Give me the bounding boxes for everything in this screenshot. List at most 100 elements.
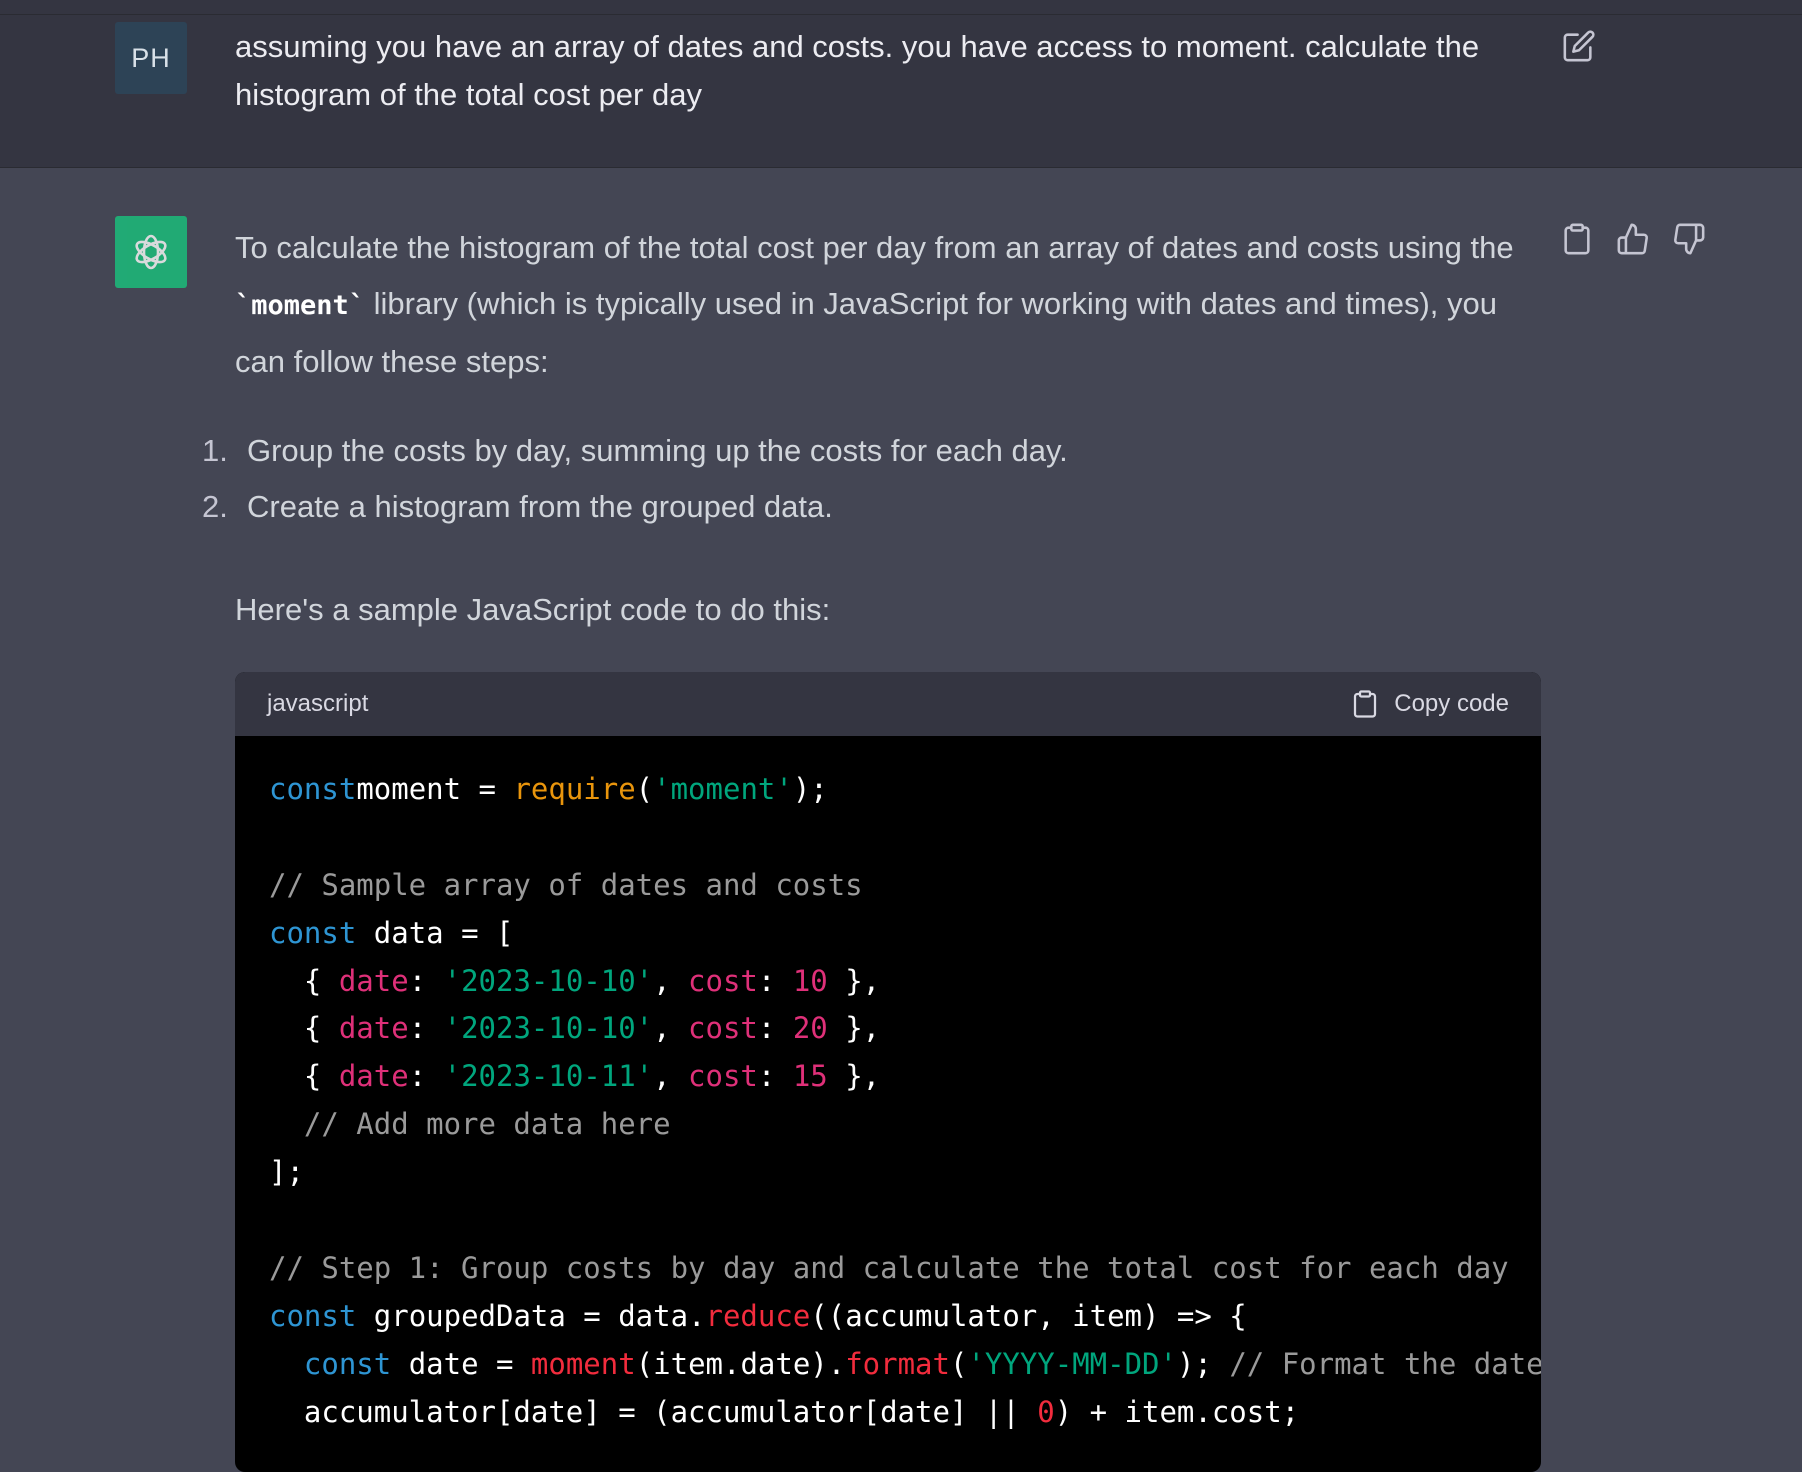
code-line: accumulator[date] = (accumulator[date] |… [269, 1389, 1541, 1437]
inline-code: `moment` [235, 290, 366, 321]
code-token: date [338, 1011, 409, 1046]
code-token: : [757, 963, 793, 998]
code-line: { date: '2023-10-10', cost: 20 }, [269, 1005, 1541, 1053]
list-number: 2. [202, 489, 228, 524]
code-token: 'moment' [653, 772, 793, 806]
code-token: cost [688, 1059, 758, 1094]
code-token: require [513, 772, 636, 806]
code-token: 15 [792, 1059, 828, 1094]
code-token: }, [827, 963, 881, 998]
code-line: constmoment = require('moment'); [269, 766, 1541, 814]
intro-text-2: library (which is typically used in Java… [235, 286, 1497, 379]
code-token: , [653, 1059, 689, 1094]
steps-list: 1. Group the costs by day, summing up the… [202, 423, 1068, 535]
code-line: const data = [ [269, 910, 1541, 958]
thumbs-down-icon[interactable] [1672, 222, 1710, 260]
openai-logo-icon [135, 234, 167, 270]
code-header: javascript Copy code [235, 672, 1541, 736]
code-token: ); [792, 772, 828, 806]
code-token: '2023-10-10' [443, 963, 654, 998]
code-token: cost [688, 963, 758, 998]
sample-text: Here's a sample JavaScript code to do th… [235, 592, 831, 627]
assistant-message-row: To calculate the histogram of the total … [0, 168, 1802, 1472]
code-token: // Sample array of dates and costs [269, 867, 863, 902]
list-item-text: Create a histogram from the grouped data… [247, 489, 833, 524]
code-line: const groupedData = data.reduce((accumul… [269, 1293, 1541, 1341]
code-block: javascript Copy code constmoment = requi… [235, 672, 1541, 1472]
code-content: constmoment = require('moment'); // Samp… [235, 736, 1541, 1436]
copy-code-label: Copy code [1394, 690, 1509, 717]
code-token: const [269, 915, 357, 950]
code-token: 0 [1037, 1394, 1055, 1429]
thumbs-up-icon[interactable] [1616, 222, 1654, 260]
code-token: : [757, 1011, 793, 1046]
code-token: '2023-10-10' [443, 1011, 654, 1046]
code-token: 20 [792, 1011, 828, 1046]
code-token: cost [688, 1011, 758, 1046]
list-item: 2. Create a histogram from the grouped da… [202, 479, 1068, 535]
code-line: { date: '2023-10-10', cost: 10 }, [269, 958, 1541, 1006]
code-token: : [757, 1059, 793, 1094]
clipboard-icon[interactable] [1560, 222, 1598, 260]
user-message-row: PH assuming you have an array of dates a… [0, 15, 1802, 168]
code-line: // Add more data here [269, 1101, 1541, 1149]
message-actions [1560, 222, 1710, 262]
code-token: , [653, 963, 689, 998]
code-token: reduce [705, 1298, 811, 1333]
list-item: 1. Group the costs by day, summing up the… [202, 423, 1068, 479]
code-token: ); [1176, 1346, 1230, 1381]
code-token: ( [635, 772, 654, 806]
code-token: accumulator[date] = (accumulator[date] |… [269, 1394, 1038, 1429]
code-token: , [653, 1011, 689, 1046]
code-line: // Step 1: Group costs by day and calcul… [269, 1245, 1541, 1293]
user-message-text: assuming you have an array of dates and … [235, 29, 1480, 112]
code-token: : [408, 1011, 444, 1046]
copy-code-button[interactable]: Copy code [1350, 689, 1509, 719]
edit-icon[interactable] [1562, 29, 1598, 65]
code-token: { [269, 1059, 339, 1094]
code-token: }, [827, 1059, 881, 1094]
top-edge [0, 0, 1802, 15]
code-token: 10 [792, 963, 828, 998]
code-token: // Add more data here [269, 1107, 671, 1142]
intro-text-1: To calculate the histogram of the total … [235, 230, 1514, 265]
code-token: date = [391, 1346, 531, 1381]
list-item-text: Group the costs by day, summing up the c… [247, 433, 1068, 468]
code-token: ((accumulator, item) => { [810, 1298, 1247, 1333]
code-token: moment [530, 1346, 636, 1381]
code-token: (item.date). [635, 1346, 846, 1381]
code-token: : [408, 963, 444, 998]
code-token: date [338, 1059, 409, 1094]
code-token: moment = [356, 772, 514, 806]
assistant-avatar [115, 216, 187, 288]
code-token: const [269, 1298, 357, 1333]
code-token: '2023-10-11' [443, 1059, 654, 1094]
code-token: : [408, 1059, 444, 1094]
code-line: { date: '2023-10-11', cost: 15 }, [269, 1053, 1541, 1101]
code-token: data = [ [356, 915, 514, 950]
code-token: // Format the date to [1229, 1346, 1541, 1381]
code-token: date [338, 963, 409, 998]
code-line: // Sample array of dates and costs [269, 862, 1541, 910]
code-token: ( [949, 1346, 968, 1381]
clipboard-icon [1354, 690, 1377, 718]
code-token: 'YYYY-MM-DD' [967, 1346, 1177, 1381]
code-line: const date = moment(item.date).format('Y… [269, 1341, 1541, 1389]
list-number: 1. [202, 433, 228, 468]
code-token: const [269, 772, 357, 806]
code-token: // Step 1: Group costs by day and calcul… [269, 1250, 1509, 1285]
code-token: const [303, 1346, 392, 1381]
code-token: groupedData = data. [356, 1298, 706, 1333]
code-token: ) + item.cost; [1054, 1394, 1300, 1429]
code-language: javascript [267, 690, 369, 717]
code-token: { [269, 1011, 339, 1046]
code-token: { [269, 963, 339, 998]
user-avatar: PH [115, 22, 187, 94]
code-token: ]; [269, 1155, 304, 1190]
code-token: format [845, 1346, 950, 1381]
code-token: }, [827, 1011, 881, 1046]
assistant-intro: To calculate the histogram of the total … [235, 220, 1545, 390]
